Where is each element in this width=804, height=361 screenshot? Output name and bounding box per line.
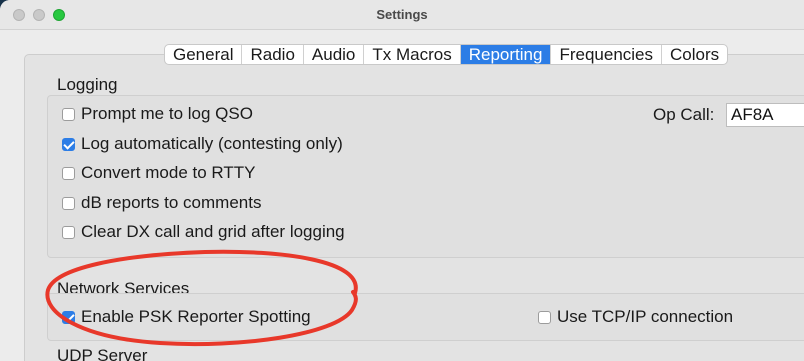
psk-reporter-label: Enable PSK Reporter Spotting bbox=[81, 307, 311, 326]
prompt-log-qso-option[interactable]: Prompt me to log QSO bbox=[62, 104, 253, 124]
db-reports-label: dB reports to comments bbox=[81, 193, 262, 212]
log-automatically-option[interactable]: Log automatically (contesting only) bbox=[62, 134, 343, 154]
convert-rtty-label: Convert mode to RTTY bbox=[81, 163, 256, 182]
udp-server-title: UDP Server bbox=[57, 346, 148, 361]
convert-rtty-option[interactable]: Convert mode to RTTY bbox=[62, 163, 255, 183]
psk-reporter-option[interactable]: Enable PSK Reporter Spotting bbox=[62, 307, 311, 327]
tab-audio[interactable]: Audio bbox=[304, 45, 365, 64]
clear-dx-checkbox[interactable] bbox=[62, 225, 75, 239]
clear-dx-label: Clear DX call and grid after logging bbox=[81, 222, 345, 241]
settings-window: Settings General Radio Audio Tx Macros R… bbox=[0, 0, 804, 361]
tab-frequencies[interactable]: Frequencies bbox=[551, 45, 663, 64]
tcp-ip-label: Use TCP/IP connection bbox=[557, 307, 734, 326]
db-reports-option[interactable]: dB reports to comments bbox=[62, 193, 261, 213]
tab-colors[interactable]: Colors bbox=[662, 45, 727, 64]
op-call-input[interactable] bbox=[726, 103, 804, 127]
prompt-log-qso-label: Prompt me to log QSO bbox=[81, 104, 253, 123]
clear-dx-option[interactable]: Clear DX call and grid after logging bbox=[62, 222, 345, 242]
tab-radio[interactable]: Radio bbox=[242, 45, 304, 64]
tab-reporting[interactable]: Reporting bbox=[460, 45, 552, 64]
tcp-ip-checkbox[interactable] bbox=[538, 310, 551, 324]
title-bar[interactable]: Settings bbox=[0, 0, 804, 30]
db-reports-checkbox[interactable] bbox=[62, 196, 75, 210]
logging-group-title: Logging bbox=[57, 75, 118, 94]
log-automatically-label: Log automatically (contesting only) bbox=[81, 134, 343, 153]
tab-tx-macros[interactable]: Tx Macros bbox=[364, 45, 461, 64]
tab-general[interactable]: General bbox=[165, 45, 243, 64]
prompt-log-qso-checkbox[interactable] bbox=[62, 107, 75, 121]
window-title: Settings bbox=[376, 7, 428, 22]
tcp-ip-option[interactable]: Use TCP/IP connection bbox=[538, 307, 733, 327]
convert-rtty-checkbox[interactable] bbox=[62, 166, 75, 180]
op-call-label: Op Call: bbox=[653, 105, 715, 124]
settings-tabs: General Radio Audio Tx Macros Reporting … bbox=[164, 44, 729, 65]
psk-reporter-checkbox[interactable] bbox=[62, 310, 75, 324]
log-automatically-checkbox[interactable] bbox=[62, 137, 75, 151]
